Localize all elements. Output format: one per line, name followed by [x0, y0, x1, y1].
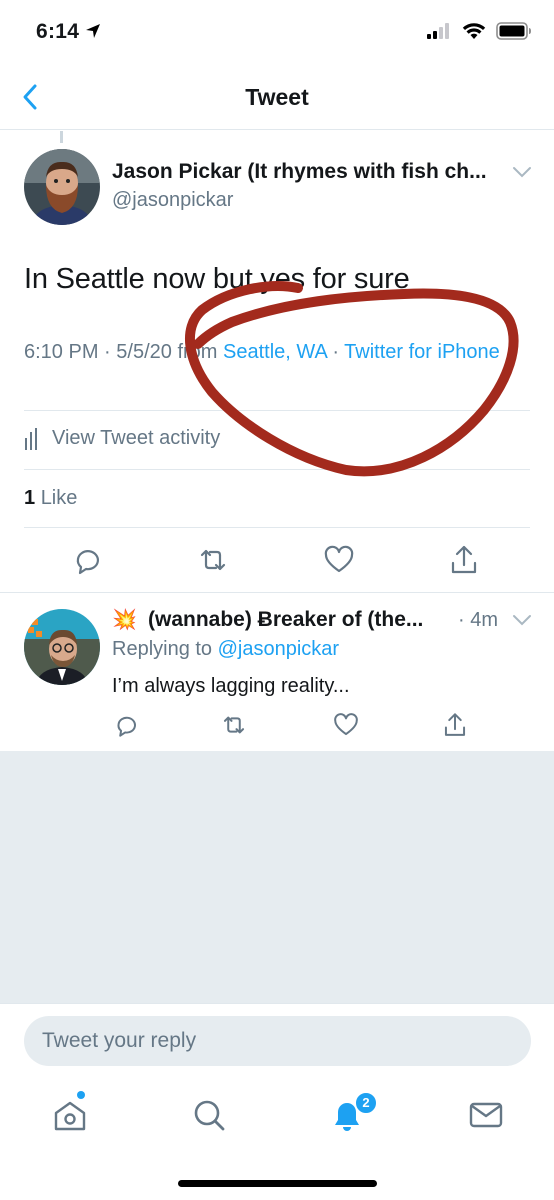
retweet-icon	[223, 716, 245, 734]
divider	[24, 469, 530, 470]
tweet-menu-button[interactable]	[512, 165, 532, 184]
author-name[interactable]: Jason Pickar (It rhymes with fish ch...	[112, 160, 507, 184]
notifications-badge: 2	[354, 1091, 378, 1115]
retweet-icon	[200, 549, 226, 571]
page-title: Tweet	[245, 84, 309, 110]
like-count: 1	[24, 487, 36, 509]
reply-menu-button[interactable]	[512, 613, 532, 632]
meta-separator: ·	[332, 341, 345, 363]
replying-label: Replying to	[112, 638, 213, 660]
main-tweet: Jason Pickar (It rhymes with fish ch... …	[0, 131, 554, 593]
status-time: 6:14	[36, 20, 101, 44]
meta-separator: ·	[104, 341, 117, 363]
mail-icon	[469, 1102, 503, 1128]
tweet-time: 6:10 PM	[24, 341, 99, 363]
reply-icon	[76, 550, 100, 575]
tab-home[interactable]	[50, 1095, 90, 1135]
home-new-content-dot	[77, 1091, 85, 1099]
chevron-down-icon	[513, 615, 531, 626]
home-icon	[54, 1101, 86, 1131]
empty-background	[0, 751, 554, 1003]
view-tweet-activity-link[interactable]: View Tweet activity	[24, 427, 220, 450]
reply-retweet-button[interactable]	[220, 711, 248, 739]
home-indicator	[178, 1180, 377, 1187]
cellular-signal-icon	[427, 23, 449, 39]
reply-button[interactable]	[70, 543, 104, 577]
bar-chart-icon	[25, 427, 37, 450]
share-icon	[451, 545, 477, 574]
activity-label: View Tweet activity	[52, 427, 221, 449]
battery-icon	[496, 22, 531, 40]
divider	[24, 527, 530, 528]
reply-time-value: 4m	[470, 609, 499, 631]
tab-messages[interactable]	[466, 1095, 506, 1135]
reply-author-name[interactable]: (wannabe) Ƀreaker of (the...	[148, 608, 448, 632]
replying-to: Replying to @jasonpickar	[112, 638, 339, 661]
tweet-actions	[0, 543, 554, 583]
tweet-reply-input[interactable]	[24, 1016, 531, 1066]
reply-author-avatar[interactable]	[24, 609, 100, 685]
like-button[interactable]	[322, 543, 356, 577]
search-icon	[194, 1100, 225, 1131]
collision-emoji-icon: 💥	[112, 609, 137, 631]
nav-bar: Tweet	[0, 64, 554, 130]
share-button[interactable]	[447, 543, 481, 577]
author-avatar[interactable]	[24, 149, 100, 225]
reply-actions	[0, 711, 554, 745]
reply-share-button[interactable]	[441, 711, 469, 739]
heart-icon	[324, 545, 354, 573]
likes-count-link[interactable]: 1 Like	[24, 487, 77, 510]
heart-icon	[334, 713, 358, 736]
replying-handle-link[interactable]: @jasonpickar	[218, 638, 339, 660]
author-handle[interactable]: @jasonpickar	[112, 189, 233, 212]
reply-tweet[interactable]: 💥 (wannabe) Ƀreaker of (the... · 4m Repl…	[0, 593, 554, 751]
tab-bar: 2	[0, 1079, 554, 1200]
status-icons	[426, 22, 532, 40]
location-link[interactable]: Seattle, WA	[223, 341, 327, 363]
tweet-meta: 6:10 PM · 5/5/20 from Seattle, WA · Twit…	[24, 337, 524, 367]
reply-reply-button[interactable]	[112, 711, 140, 739]
chevron-down-icon	[513, 167, 531, 178]
reply-composer	[0, 1003, 554, 1079]
avatar-image	[24, 149, 100, 225]
like-label: Like	[40, 487, 78, 509]
share-icon	[444, 713, 466, 736]
tab-search[interactable]	[189, 1095, 229, 1135]
status-time-text: 6:14	[36, 20, 80, 43]
reply-like-button[interactable]	[332, 711, 360, 739]
wifi-icon	[462, 23, 486, 39]
reply-icon	[117, 716, 136, 737]
tweet-text: In Seattle now but yes for sure	[24, 263, 410, 295]
reply-time: · 4m	[458, 609, 499, 631]
location-arrow-icon	[86, 24, 101, 38]
from-label: from	[177, 341, 218, 363]
source-link[interactable]: Twitter for iPhone	[344, 341, 500, 363]
status-bar: 6:14	[0, 0, 554, 64]
divider	[24, 410, 530, 411]
retweet-button[interactable]	[196, 543, 230, 577]
reply-text: I’m always lagging reality...	[112, 675, 350, 697]
avatar-image	[24, 609, 100, 685]
tweet-date: 5/5/20	[116, 341, 172, 363]
